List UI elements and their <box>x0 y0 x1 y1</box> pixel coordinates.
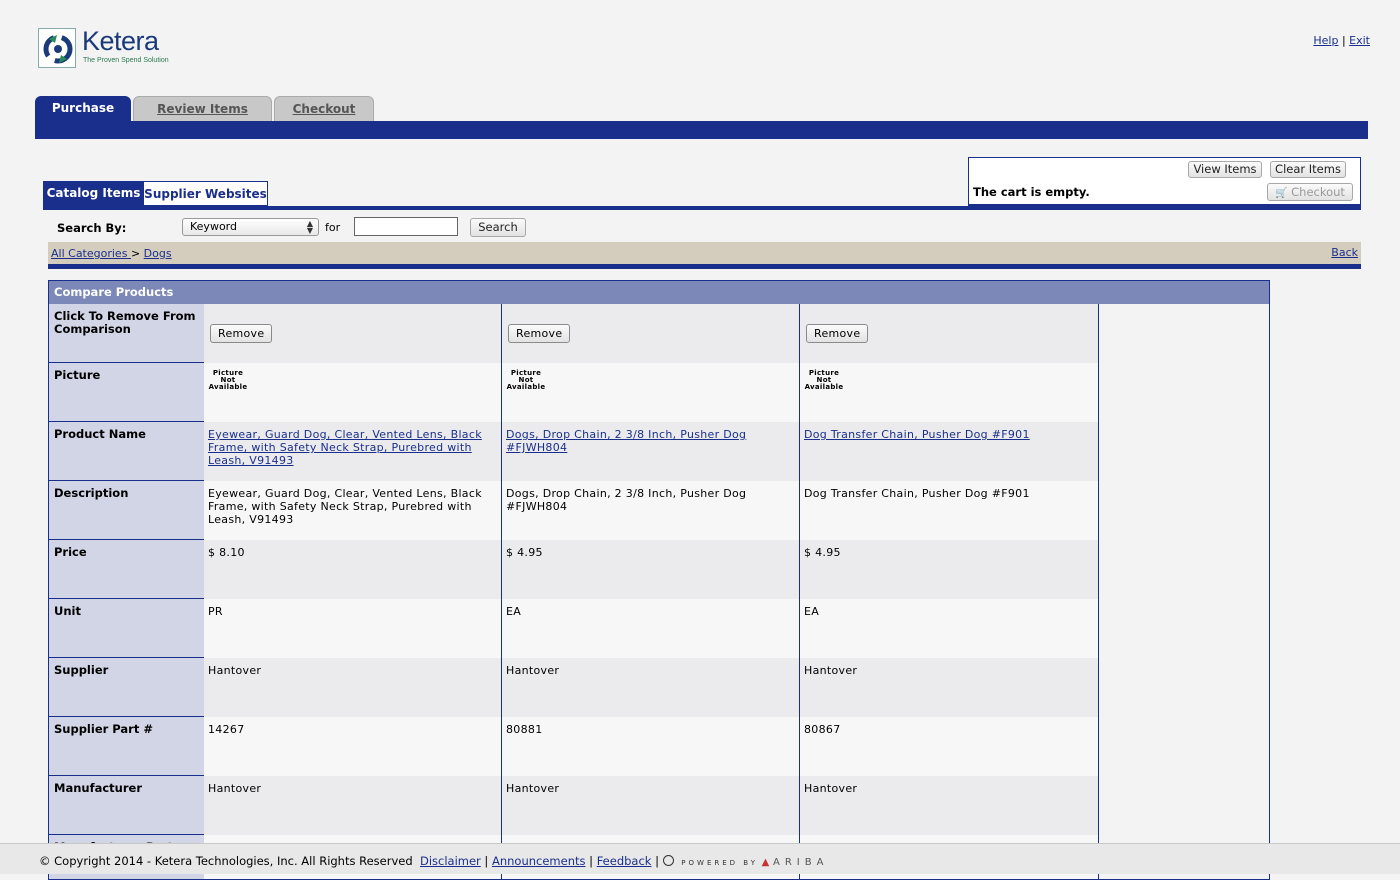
product-name-row: Product Name Eyewear, Guard Dog, Clear, … <box>49 422 1269 481</box>
tab-supplier-websites[interactable]: Supplier Websites <box>144 181 268 206</box>
product-name-link[interactable]: Dogs, Drop Chain, 2 3/8 Inch, Pusher Dog… <box>506 428 746 454</box>
breadcrumb: All Categories > Dogs Back <box>48 242 1361 264</box>
price-cell: $ 8.10 <box>204 540 502 599</box>
row-label: Picture <box>49 363 204 422</box>
feedback-link[interactable]: Feedback <box>597 854 652 868</box>
ariba-name: ARIBA <box>773 857 829 868</box>
search-by-label: Search By: <box>57 221 127 235</box>
unit-cell: EA <box>502 599 800 658</box>
price-cell: $ 4.95 <box>502 540 800 599</box>
picture-placeholder: Picture Not Available <box>506 369 546 391</box>
breadcrumb-dogs[interactable]: Dogs <box>144 247 172 260</box>
breadcrumb-underline <box>48 264 1361 269</box>
manufacturer-cell: Hantover <box>800 776 1099 835</box>
row-label: Product Name <box>49 422 204 481</box>
supplier-cell: Hantover <box>502 658 800 717</box>
supplier-cell: Hantover <box>800 658 1099 717</box>
description-cell: Eyewear, Guard Dog, Clear, Vented Lens, … <box>204 481 502 540</box>
search-input[interactable] <box>354 217 458 236</box>
remove-button[interactable]: Remove <box>210 324 273 343</box>
ketera-logo-icon <box>38 28 76 68</box>
search-by-select[interactable]: Keyword ▲ ▼ <box>182 218 319 236</box>
for-label: for <box>325 221 341 234</box>
main-tab-bar <box>35 121 1368 139</box>
manufacturer-cell: Hantover <box>204 776 502 835</box>
copyright: © Copyright 2014 - Ketera Technologies, … <box>39 854 413 868</box>
supplier-row: Supplier Hantover Hantover Hantover <box>49 658 1269 717</box>
announcements-link[interactable]: Announcements <box>492 854 586 868</box>
row-label: Description <box>49 481 204 540</box>
footer: © Copyright 2014 - Ketera Technologies, … <box>0 843 1400 874</box>
picture-placeholder: Picture Not Available <box>208 369 248 391</box>
powered-by-icon <box>662 855 674 866</box>
remove-row: Click To Remove From Comparison Remove R… <box>49 304 1269 363</box>
breadcrumb-all-categories[interactable]: All Categories <box>51 247 127 260</box>
price-cell: $ 4.95 <box>800 540 1099 599</box>
cart-panel: View Items Clear Items The cart is empty… <box>968 157 1361 205</box>
checkout-button-label: Checkout <box>1291 185 1345 199</box>
checkout-button[interactable]: 🛒 Checkout <box>1267 183 1353 201</box>
ariba-logo-icon: ▲ <box>761 857 770 868</box>
supplier-cell: Hantover <box>204 658 502 717</box>
row-label: Unit <box>49 599 204 658</box>
row-label: Supplier Part # <box>49 717 204 776</box>
product-name-link[interactable]: Eyewear, Guard Dog, Clear, Vented Lens, … <box>208 428 482 467</box>
supplier-part-cell: 80867 <box>800 717 1099 776</box>
compare-products-table: Compare Products Click To Remove From Co… <box>48 280 1270 880</box>
breadcrumb-separator: > <box>130 247 141 260</box>
row-label: Price <box>49 540 204 599</box>
unit-row: Unit PR EA EA <box>49 599 1269 658</box>
disclaimer-link[interactable]: Disclaimer <box>420 854 481 868</box>
manufacturer-cell: Hantover <box>502 776 800 835</box>
picture-row: Picture Picture Not Available Picture Not Av… <box>49 363 1269 422</box>
description-cell: Dog Transfer Chain, Pusher Dog #F901 <box>800 481 1099 540</box>
price-row: Price $ 8.10 $ 4.95 $ 4.95 <box>49 540 1269 599</box>
footer-content: © Copyright 2014 - Ketera Technologies, … <box>39 854 829 868</box>
search-button[interactable]: Search <box>470 218 526 237</box>
supplier-part-cell: 14267 <box>204 717 502 776</box>
manufacturer-row: Manufacturer Hantover Hantover Hantover <box>49 776 1269 835</box>
tab-purchase[interactable]: Purchase <box>35 96 131 121</box>
cart-status: The cart is empty. <box>973 185 1090 199</box>
logo-tagline: The Proven Spend Solution <box>83 57 169 64</box>
top-links: Help | Exit <box>1313 34 1370 47</box>
row-label: Supplier <box>49 658 204 717</box>
picture-placeholder: Picture Not Available <box>804 369 844 391</box>
back-link[interactable]: Back <box>1331 246 1358 259</box>
remove-button[interactable]: Remove <box>806 324 869 343</box>
help-link[interactable]: Help <box>1313 34 1338 47</box>
compare-title: Compare Products <box>49 281 1269 304</box>
separator: | <box>1341 34 1346 47</box>
description-cell: Dogs, Drop Chain, 2 3/8 Inch, Pusher Dog… <box>502 481 800 540</box>
unit-cell: EA <box>800 599 1099 658</box>
row-label: Click To Remove From Comparison <box>49 304 204 363</box>
remove-button[interactable]: Remove <box>508 324 571 343</box>
select-arrows-icon: ▲ ▼ <box>306 219 313 235</box>
powered-by-label: POWERED BY <box>681 859 758 867</box>
tab-review-items[interactable]: Review Items <box>133 96 272 121</box>
supplier-part-row: Supplier Part # 14267 80881 80867 <box>49 717 1269 776</box>
breadcrumb-items: All Categories > Dogs <box>51 247 172 260</box>
tab-checkout[interactable]: Checkout <box>274 96 374 121</box>
product-name-link[interactable]: Dog Transfer Chain, Pusher Dog #F901 <box>804 428 1030 441</box>
description-row: Description Eyewear, Guard Dog, Clear, V… <box>49 481 1269 540</box>
cart-icon: 🛒 <box>1275 188 1288 199</box>
clear-items-button[interactable]: Clear Items <box>1270 161 1346 178</box>
exit-link[interactable]: Exit <box>1349 34 1370 47</box>
tab-catalog-items[interactable]: Catalog Items <box>43 181 144 206</box>
unit-cell: PR <box>204 599 502 658</box>
supplier-part-cell: 80881 <box>502 717 800 776</box>
sub-tab-bar <box>43 206 1361 210</box>
logo-wordmark: Ketera <box>82 26 159 56</box>
search-by-selected: Keyword <box>190 220 237 233</box>
row-label: Manufacturer <box>49 776 204 835</box>
view-items-button[interactable]: View Items <box>1188 161 1262 178</box>
